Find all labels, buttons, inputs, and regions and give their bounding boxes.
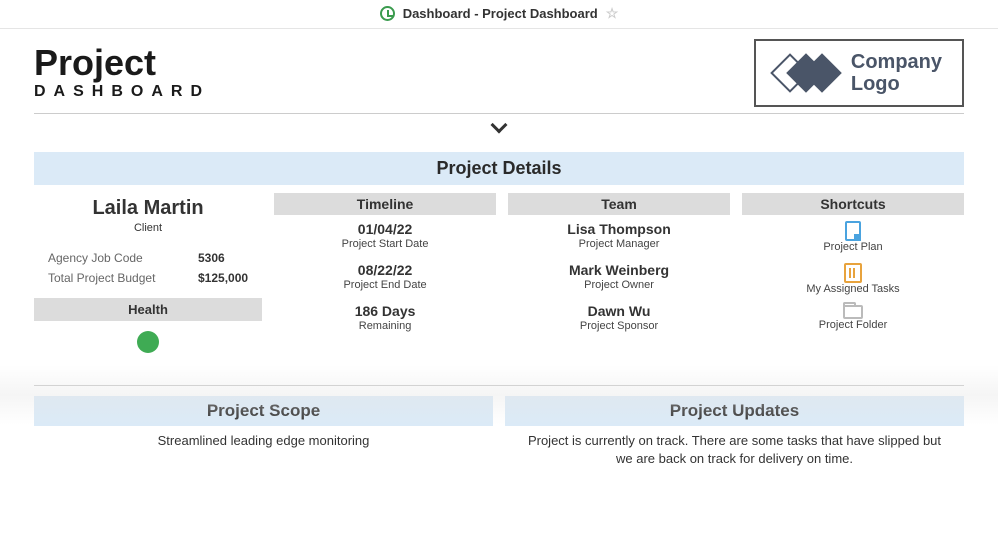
start-date-value: 01/04/22 — [274, 221, 496, 237]
budget-value: $125,000 — [198, 271, 248, 285]
agency-job-code-label: Agency Job Code — [48, 251, 178, 265]
start-date-label: Project Start Date — [274, 238, 496, 250]
folder-icon — [843, 305, 863, 319]
top-bar: Dashboard - Project Dashboard ☆ — [0, 0, 998, 29]
team-member-role: Project Owner — [508, 279, 730, 291]
team-member-name: Mark Weinberg — [508, 262, 730, 278]
divider — [34, 385, 964, 386]
timeline-column: Timeline 01/04/22 Project Start Date 08/… — [274, 193, 496, 353]
team-member-name: Dawn Wu — [508, 303, 730, 319]
page-title: Project — [34, 45, 210, 81]
logo-text: Company Logo — [851, 51, 942, 95]
page-icon — [845, 221, 861, 241]
company-logo: Company Logo — [754, 39, 964, 107]
logo-icon — [776, 59, 836, 87]
client-role: Client — [34, 222, 262, 234]
project-scope-header: Project Scope — [34, 396, 493, 426]
client-name: Laila Martin — [34, 197, 262, 220]
shortcut-project-folder[interactable]: Project Folder — [742, 305, 964, 331]
page-title-block: Project DASHBOARD — [34, 39, 210, 101]
project-updates-section: Project Updates Project is currently on … — [505, 396, 964, 468]
team-header: Team — [508, 193, 730, 215]
team-member-role: Project Manager — [508, 238, 730, 250]
shortcuts-header: Shortcuts — [742, 193, 964, 215]
project-scope-text: Streamlined leading edge monitoring — [34, 426, 493, 450]
shortcut-assigned-tasks[interactable]: My Assigned Tasks — [742, 263, 964, 295]
project-details-header: Project Details — [34, 152, 964, 185]
project-updates-header: Project Updates — [505, 396, 964, 426]
page-breadcrumb: Dashboard - Project Dashboard — [403, 6, 598, 21]
end-date-label: Project End Date — [274, 279, 496, 291]
end-date-value: 08/22/22 — [274, 262, 496, 278]
client-column: Laila Martin Client Agency Job Code 5306… — [34, 193, 262, 353]
team-member-name: Lisa Thompson — [508, 221, 730, 237]
star-icon[interactable]: ☆ — [606, 5, 619, 22]
agency-job-code-value: 5306 — [198, 251, 225, 265]
team-member-role: Project Sponsor — [508, 320, 730, 332]
page-subtitle: DASHBOARD — [34, 83, 210, 101]
days-remaining-label: Remaining — [274, 320, 496, 332]
budget-label: Total Project Budget — [48, 271, 178, 285]
clock-icon — [380, 6, 395, 21]
chevron-down-icon[interactable] — [491, 117, 508, 134]
timeline-header: Timeline — [274, 193, 496, 215]
tasks-icon — [844, 263, 862, 283]
shortcuts-column: Shortcuts Project Plan My Assigned Tasks… — [742, 193, 964, 353]
shortcut-project-plan[interactable]: Project Plan — [742, 221, 964, 253]
team-column: Team Lisa Thompson Project Manager Mark … — [508, 193, 730, 353]
days-remaining-value: 186 Days — [274, 303, 496, 319]
health-indicator-icon — [137, 331, 159, 353]
health-header: Health — [34, 298, 262, 321]
project-updates-text: Project is currently on track. There are… — [505, 426, 964, 468]
project-scope-section: Project Scope Streamlined leading edge m… — [34, 396, 493, 468]
